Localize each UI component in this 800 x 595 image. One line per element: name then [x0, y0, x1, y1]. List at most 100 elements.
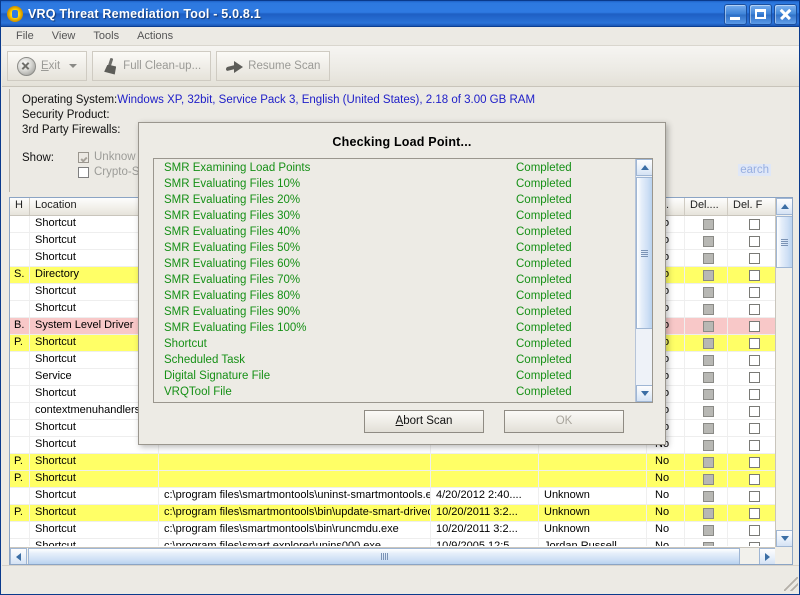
hscroll-thumb[interactable]	[28, 548, 740, 564]
cell-delete-checkbox[interactable]	[685, 369, 728, 385]
full-cleanup-button[interactable]: Full Clean-up...	[92, 51, 212, 81]
delete-checkbox-icon[interactable]	[703, 389, 714, 400]
delete-file-checkbox-icon[interactable]	[748, 423, 760, 434]
dialog-scroll-thumb[interactable]	[636, 177, 652, 329]
dialog-scroll-up-button[interactable]	[636, 159, 652, 176]
table-row[interactable]: Shortcut c:\program files\smartmontools\b…	[10, 522, 776, 539]
cell-delete-file-checkbox[interactable]	[728, 488, 776, 504]
cell-delete-checkbox[interactable]	[685, 505, 728, 521]
delete-file-checkbox-icon[interactable]	[748, 525, 760, 536]
cell-delete-checkbox[interactable]	[685, 403, 728, 419]
delete-file-checkbox-icon[interactable]	[748, 338, 760, 349]
scroll-down-button[interactable]	[776, 530, 792, 547]
menu-item-view[interactable]: View	[44, 29, 84, 43]
scroll-up-button[interactable]	[776, 198, 792, 215]
delete-file-checkbox-icon[interactable]	[748, 440, 760, 451]
cell-delete-file-checkbox[interactable]	[728, 386, 776, 402]
cell-delete-file-checkbox[interactable]	[728, 539, 776, 546]
cell-delete-file-checkbox[interactable]	[728, 352, 776, 368]
cell-delete-file-checkbox[interactable]	[728, 437, 776, 453]
dialog-vertical-scrollbar[interactable]	[635, 159, 652, 402]
delete-checkbox-icon[interactable]	[703, 474, 714, 485]
table-row[interactable]: Shortcut c:\program files\smartmontools\u…	[10, 488, 776, 505]
delete-checkbox-icon[interactable]	[703, 457, 714, 468]
minimize-icon[interactable]	[724, 4, 747, 25]
cell-delete-file-checkbox[interactable]	[728, 471, 776, 487]
checkbox-unknown[interactable]: Unknow	[78, 151, 139, 163]
cell-delete-file-checkbox[interactable]	[728, 420, 776, 436]
cell-delete-file-checkbox[interactable]	[728, 267, 776, 283]
table-row[interactable]: P.Shortcut No	[10, 454, 776, 471]
exit-button[interactable]: Exit	[7, 51, 88, 81]
checkbox-unknown-box[interactable]	[78, 151, 89, 163]
delete-file-checkbox-icon[interactable]	[748, 389, 760, 400]
cell-delete-file-checkbox[interactable]	[728, 318, 776, 334]
close-icon[interactable]	[774, 4, 797, 25]
delete-checkbox-icon[interactable]	[703, 406, 714, 417]
menu-item-actions[interactable]: Actions	[129, 29, 181, 43]
cell-delete-checkbox[interactable]	[685, 488, 728, 504]
cell-delete-checkbox[interactable]	[685, 267, 728, 283]
dialog-scroll-down-button[interactable]	[636, 385, 652, 402]
cell-delete-file-checkbox[interactable]	[728, 403, 776, 419]
list-horizontal-scrollbar[interactable]	[10, 547, 776, 564]
delete-file-checkbox-icon[interactable]	[748, 321, 760, 332]
delete-file-checkbox-icon[interactable]	[748, 372, 760, 383]
delete-checkbox-icon[interactable]	[703, 491, 714, 502]
cell-delete-checkbox[interactable]	[685, 216, 728, 232]
delete-file-checkbox-icon[interactable]	[748, 253, 760, 264]
cell-delete-checkbox[interactable]	[685, 284, 728, 300]
delete-checkbox-icon[interactable]	[703, 508, 714, 519]
abort-scan-button[interactable]: Abort Scan	[364, 410, 484, 433]
delete-checkbox-icon[interactable]	[703, 525, 714, 536]
cell-delete-checkbox[interactable]	[685, 250, 728, 266]
delete-file-checkbox-icon[interactable]	[748, 236, 760, 247]
delete-file-checkbox-icon[interactable]	[748, 508, 760, 519]
cell-delete-file-checkbox[interactable]	[728, 301, 776, 317]
cell-delete-checkbox[interactable]	[685, 522, 728, 538]
delete-checkbox-icon[interactable]	[703, 219, 714, 230]
table-row[interactable]: P. Shortcut c:\program files\smartmontools…	[10, 505, 776, 522]
delete-file-checkbox-icon[interactable]	[748, 457, 760, 468]
cell-delete-checkbox[interactable]	[685, 539, 728, 546]
delete-file-checkbox-icon[interactable]	[748, 304, 760, 315]
cell-delete-file-checkbox[interactable]	[728, 505, 776, 521]
cell-delete-checkbox[interactable]	[685, 352, 728, 368]
delete-checkbox-icon[interactable]	[703, 423, 714, 434]
cell-delete-checkbox[interactable]	[685, 454, 728, 470]
cell-delete-checkbox[interactable]	[685, 471, 728, 487]
scroll-right-button[interactable]	[759, 548, 776, 564]
cell-delete-file-checkbox[interactable]	[728, 522, 776, 538]
cell-delete-file-checkbox[interactable]	[728, 454, 776, 470]
cell-delete-file-checkbox[interactable]	[728, 216, 776, 232]
table-row[interactable]: Shortcut c:\program files\smart explorer\…	[10, 539, 776, 546]
cell-delete-checkbox[interactable]	[685, 420, 728, 436]
delete-checkbox-icon[interactable]	[703, 542, 714, 546]
delete-checkbox-icon[interactable]	[703, 253, 714, 264]
menu-item-tools[interactable]: Tools	[85, 29, 127, 43]
cell-delete-file-checkbox[interactable]	[728, 233, 776, 249]
checkbox-crypto-box[interactable]	[78, 166, 89, 178]
list-vertical-scrollbar[interactable]	[775, 198, 792, 564]
delete-checkbox-icon[interactable]	[703, 440, 714, 451]
delete-file-checkbox-icon[interactable]	[748, 270, 760, 281]
resume-scan-button[interactable]: Resume Scan	[216, 51, 331, 81]
delete-checkbox-icon[interactable]	[703, 321, 714, 332]
delete-file-checkbox-icon[interactable]	[748, 406, 760, 417]
column-header-del-f[interactable]: Del. F	[728, 198, 776, 215]
delete-file-checkbox-icon[interactable]	[748, 542, 760, 546]
list-scroll-thumb[interactable]	[776, 216, 792, 268]
cell-delete-checkbox[interactable]	[685, 318, 728, 334]
delete-file-checkbox-icon[interactable]	[748, 219, 760, 230]
delete-checkbox-icon[interactable]	[703, 372, 714, 383]
search-button[interactable]: earch	[738, 164, 771, 176]
table-row[interactable]: P.Shortcut No	[10, 471, 776, 488]
delete-file-checkbox-icon[interactable]	[748, 355, 760, 366]
scroll-left-button[interactable]	[10, 548, 27, 564]
delete-file-checkbox-icon[interactable]	[748, 491, 760, 502]
cell-delete-checkbox[interactable]	[685, 233, 728, 249]
column-header-del[interactable]: Del....	[685, 198, 728, 215]
resize-grip-icon[interactable]	[784, 577, 798, 591]
cell-delete-checkbox[interactable]	[685, 335, 728, 351]
cell-delete-file-checkbox[interactable]	[728, 284, 776, 300]
